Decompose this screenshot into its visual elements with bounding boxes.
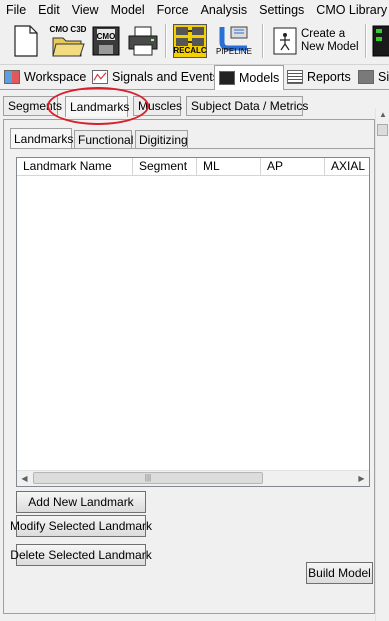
main-tab-bar: Workspace Signals and Events Models Repo… — [0, 65, 389, 90]
printer-icon — [128, 26, 158, 56]
modify-selected-landmark-button[interactable]: Modify Selected Landmark — [10, 515, 152, 537]
inner-tab-functional[interactable]: Functional — [74, 130, 134, 149]
landmarks-table[interactable]: Landmark Name Segment ML AP AXIAL ◀ ||| … — [16, 157, 370, 487]
scroll-right-arrow-icon[interactable]: ▶ — [354, 471, 369, 486]
menu-bar: File Edit View Model Force Analysis Sett… — [0, 0, 389, 20]
new-file-icon — [14, 25, 38, 57]
tab-landmarks[interactable]: Landmarks — [65, 96, 130, 117]
tab-muscles-label: Muscles — [138, 99, 183, 113]
toolbar-separator — [365, 24, 367, 58]
menu-cmo-library[interactable]: CMO Library — [310, 0, 389, 20]
table-header: Landmark Name Segment ML AP AXIAL — [17, 158, 369, 176]
open-cmo-c3d-button[interactable]: CMO C3D — [48, 22, 88, 60]
menu-edit[interactable]: Edit — [32, 0, 66, 20]
table-horizontal-scrollbar[interactable]: ◀ ||| ▶ — [17, 470, 369, 486]
inner-tab-functional-label: Functional — [78, 132, 134, 147]
tab-landmarks-label: Landmarks — [70, 100, 130, 114]
tab-reports[interactable]: Reports — [287, 66, 351, 88]
column-header-landmark-name[interactable]: Landmark Name — [17, 158, 133, 175]
tab-subject-data-label: Subject Data / Metrics — [191, 99, 309, 113]
partial-tool-icon — [372, 25, 389, 57]
menu-settings[interactable]: Settings — [253, 0, 310, 20]
tab-muscles[interactable]: Muscles — [133, 96, 183, 116]
new-model-icon — [273, 27, 297, 55]
save-cmo-button[interactable]: CMO — [90, 22, 122, 60]
column-header-ap[interactable]: AP — [261, 158, 325, 175]
inner-tab-digitizing-label: Digitizing — [139, 132, 188, 147]
menu-view[interactable]: View — [66, 0, 105, 20]
vertical-scrollbar-thumb[interactable] — [377, 124, 388, 136]
tab-workspace-label: Workspace — [24, 70, 87, 84]
build-model-button[interactable]: Build Model — [306, 562, 373, 584]
models-icon — [219, 71, 235, 85]
signals-icon — [92, 70, 108, 84]
tab-models[interactable]: Models — [214, 65, 285, 90]
scroll-up-arrow-icon[interactable]: ▲ — [376, 108, 389, 122]
toolbar-overflow-button[interactable] — [372, 22, 389, 60]
inner-tab-digitizing[interactable]: Digitizing — [135, 130, 188, 149]
cmo-label: CMO — [96, 32, 116, 41]
tab-signals-label: Signals and Events — [112, 70, 220, 84]
print-button[interactable] — [126, 22, 160, 60]
scrollbar-thumb[interactable]: ||| — [33, 472, 263, 484]
delete-selected-landmark-button[interactable]: Delete Selected Landmark — [10, 544, 152, 566]
pipeline-label: PIPELINE — [216, 47, 253, 56]
menu-analysis[interactable]: Analysis — [195, 0, 254, 20]
toolbar-separator — [262, 24, 264, 58]
new-file-button[interactable] — [10, 22, 42, 60]
pipeline-button[interactable]: PIPELINE — [216, 22, 252, 60]
column-header-axial[interactable]: AXIAL — [325, 158, 369, 175]
recalc-button[interactable]: RECALC — [172, 22, 208, 60]
tab-segments[interactable]: Segments — [3, 96, 62, 116]
create-new-model-button[interactable]: Create a New Model — [273, 24, 361, 58]
tab-overflow-label: Si — [378, 70, 389, 84]
tab-workspace[interactable]: Workspace — [4, 66, 86, 88]
inner-tab-landmarks[interactable]: Landmarks — [10, 128, 74, 149]
tab-models-label: Models — [239, 71, 280, 85]
workspace-icon — [4, 70, 20, 84]
reports-icon — [287, 70, 303, 84]
inner-tab-divider — [10, 148, 374, 149]
tab-subject-data-metrics[interactable]: Subject Data / Metrics — [186, 96, 308, 116]
toolbar-separator — [165, 24, 167, 58]
create-model-label-line2: New Model — [301, 41, 359, 53]
column-header-ml[interactable]: ML — [197, 158, 261, 175]
menu-force[interactable]: Force — [151, 0, 195, 20]
add-new-landmark-button[interactable]: Add New Landmark — [16, 491, 146, 513]
save-disk-icon — [92, 26, 120, 56]
tab-reports-label: Reports — [307, 70, 351, 84]
tab-signals-and-events[interactable]: Signals and Events — [92, 66, 219, 88]
vertical-scrollbar[interactable]: ▲ — [375, 108, 389, 621]
menu-file[interactable]: File — [0, 0, 32, 20]
scroll-left-arrow-icon[interactable]: ◀ — [17, 471, 32, 486]
create-model-label-line1: Create a — [301, 28, 346, 40]
column-header-segment[interactable]: Segment — [133, 158, 197, 175]
toolbar: CMO C3D CMO RECALC PIPELINE Create a New… — [0, 20, 389, 65]
overflow-tab-icon — [358, 70, 374, 84]
tab-segments-label: Segments — [8, 99, 63, 113]
recalc-label: RECALC — [173, 46, 207, 55]
menu-model[interactable]: Model — [105, 0, 151, 20]
tab-overflow[interactable]: Si — [358, 66, 389, 88]
cmo-c3d-label: CMO C3D — [49, 24, 87, 34]
inner-tab-landmarks-label: Landmarks — [14, 132, 74, 146]
open-folder-icon — [52, 37, 85, 56]
